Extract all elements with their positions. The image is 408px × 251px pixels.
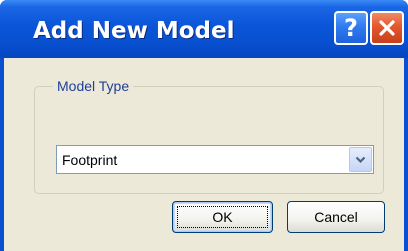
add-new-model-dialog: Add New Model ? Model Type Footprint OK …	[0, 0, 408, 251]
ok-button[interactable]: OK	[172, 201, 273, 233]
window-title: Add New Model	[33, 18, 235, 44]
close-icon	[379, 20, 395, 36]
chevron-down-icon	[355, 156, 366, 163]
close-button[interactable]	[370, 11, 404, 45]
model-type-group: Model Type Footprint	[34, 77, 384, 194]
question-mark-icon: ?	[344, 14, 358, 42]
help-button[interactable]: ?	[334, 11, 368, 45]
cancel-button-label: Cancel	[314, 209, 358, 225]
cancel-button[interactable]: Cancel	[287, 201, 385, 233]
title-bar[interactable]: Add New Model ?	[0, 0, 408, 58]
dropdown-arrow-button[interactable]	[349, 147, 372, 172]
focus-rectangle	[177, 206, 268, 228]
model-type-value: Footprint	[62, 152, 118, 168]
group-label: Model Type	[53, 77, 134, 95]
model-type-dropdown[interactable]: Footprint	[56, 145, 374, 174]
dialog-body: Model Type Footprint OK Cancel	[4, 58, 404, 251]
